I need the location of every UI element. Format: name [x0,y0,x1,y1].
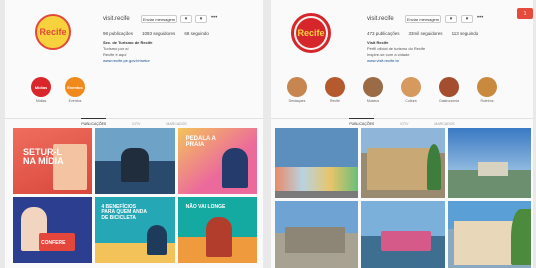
highlight-circle [477,77,497,97]
posts-count[interactable]: 98 publicações [103,31,133,36]
highlight-0[interactable]: Destaques [285,77,309,103]
tab-posts[interactable]: PUBLICAÇÕES [349,118,375,126]
highlight-4[interactable]: Gastronomia [437,77,461,103]
message-button[interactable]: Enviar mensagem [405,15,441,23]
highlight-circle [363,77,383,97]
right-profile-page: Recife visit.recife Enviar mensagem ▾ ▾ … [271,0,533,268]
following-count[interactable]: 68 seguindo [184,31,209,36]
post-text: SETUR-L NA MÍDIA [23,147,64,167]
username: visit.recife [367,16,394,22]
highlight-label: Destaques [288,99,306,103]
username: visit.recife [103,16,130,22]
post-text: CONFERE [41,240,66,246]
options-icon[interactable]: ••• [211,15,217,21]
more-icon-button[interactable]: ▾ [461,15,473,23]
highlight-label: Museus [366,99,380,103]
notification-badge[interactable]: 1 [517,8,533,19]
post-thumbnail[interactable]: CONFERE [13,197,93,263]
highlight-label: Eventos [68,99,82,103]
profile-tabs: PUBLICAÇÕES IGTV MARCADOS [271,118,533,126]
highlight-eventos[interactable]: Eventos Eventos [63,77,87,103]
follow-icon-button[interactable]: ▾ [180,15,192,23]
post-thumbnail[interactable]: NÃO VAI LONGE [177,197,257,263]
posts-count[interactable]: 473 publicações [367,31,400,36]
following-count[interactable]: 113 seguindo [452,31,479,36]
more-icon-button[interactable]: ▾ [195,15,207,23]
profile-avatar[interactable]: Recife [291,13,331,53]
highlight-circle: Eventos [65,77,85,97]
highlight-circle [439,77,459,97]
options-icon[interactable]: ••• [477,15,483,21]
followers-count[interactable]: 1083 seguidores [142,31,175,36]
bio-link[interactable]: www.visit.recife.br [367,58,425,64]
highlight-label: Mídias [35,99,47,103]
post-thumbnail[interactable] [361,201,445,268]
followers-count[interactable]: 33mil seguidores [409,31,443,36]
post-text: NÃO VAI LONGE [185,204,226,210]
post-thumbnail[interactable] [447,201,531,268]
highlight-label: Cultura [405,99,417,103]
tab-igtv[interactable]: IGTV [400,122,408,126]
profile-tabs: PUBLICAÇÕES IGTV MARCADOS [5,118,263,126]
post-thumbnail[interactable] [447,128,531,198]
post-thumbnail[interactable] [95,128,175,194]
tab-tagged[interactable]: MARCADOS [166,122,186,126]
tab-igtv[interactable]: IGTV [132,122,140,126]
post-text: PEDALA A PRAIA [185,136,216,149]
left-profile-page: Recife visit.recife Enviar mensagem ▾ ▾ … [5,0,263,268]
posts-grid [275,128,531,268]
post-text: 4 BENEFÍCIOS PARA QUEM ANDA DE BICICLETA [101,204,147,221]
highlight-circle [287,77,307,97]
logo-text: Recife [296,18,326,48]
highlight-5[interactable]: Roteiros [475,77,499,103]
profile-bio: Sec. de Turismo de Recife Turismo por aí… [103,40,153,64]
highlight-3[interactable]: Cultura [399,77,423,103]
highlight-circle: Mídias [31,77,51,97]
highlight-label: Recife [330,99,340,103]
profile-stats: 98 publicações 1083 seguidores 68 seguin… [103,31,209,36]
post-thumbnail[interactable]: PEDALA A PRAIA [177,128,257,194]
post-thumbnail[interactable]: SETUR-L NA MÍDIA [13,128,93,194]
highlight-label: Gastronomia [438,99,460,103]
logo-text: Recife [39,27,67,37]
highlight-label: Roteiros [480,99,494,103]
post-thumbnail[interactable] [361,128,445,198]
message-button[interactable]: Enviar mensagem [141,15,177,23]
post-thumbnail[interactable]: 4 BENEFÍCIOS PARA QUEM ANDA DE BICICLETA [95,197,175,263]
profile-bio: Visit Recife Perfil oficial de turismo d… [367,40,425,64]
posts-grid: SETUR-L NA MÍDIA PEDALA A PRAIA CONFERE … [13,128,257,263]
tab-posts[interactable]: PUBLICAÇÕES [81,118,107,126]
profile-avatar[interactable]: Recife [35,14,71,50]
highlight-2[interactable]: Museus [361,77,385,103]
post-thumbnail[interactable] [275,201,359,268]
highlight-circle [401,77,421,97]
post-thumbnail[interactable] [275,128,359,198]
highlight-1[interactable]: Recife [323,77,347,103]
tab-tagged[interactable]: MARCADOS [434,122,454,126]
follow-icon-button[interactable]: ▾ [445,15,457,23]
bio-link[interactable]: www.recife.pe.gov.br/setur [103,58,153,64]
highlight-circle [325,77,345,97]
profile-stats: 473 publicações 33mil seguidores 113 seg… [367,31,478,36]
highlight-midias[interactable]: Mídias Mídias [29,77,53,103]
